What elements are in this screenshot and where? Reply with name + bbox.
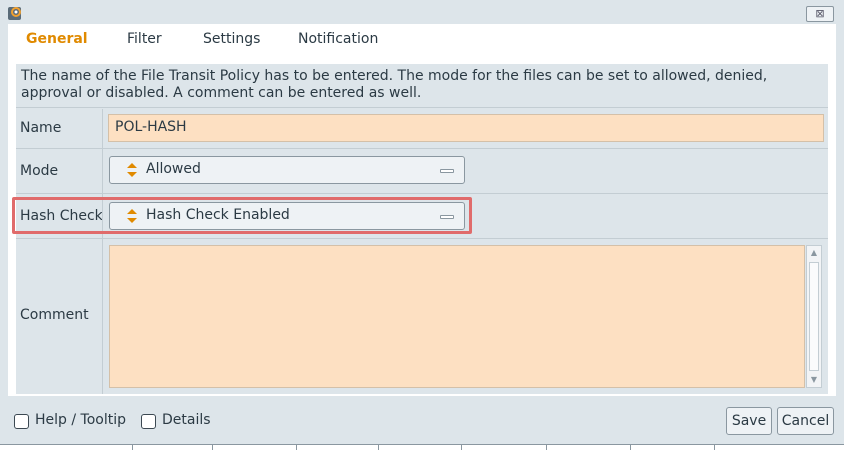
cancel-button[interactable]: Cancel	[777, 407, 834, 435]
tab-general[interactable]: General	[26, 31, 88, 47]
strip-tick	[546, 445, 547, 450]
strip-tick	[132, 445, 133, 450]
strip-tick	[714, 445, 715, 450]
form-description: The name of the File Transit Policy has …	[16, 64, 828, 108]
save-button[interactable]: Save	[726, 407, 772, 435]
tab-notification[interactable]: Notification	[298, 31, 378, 47]
tab-bar: General Filter Settings Notification	[8, 24, 836, 60]
dialog-footer: Help / Tooltip Details Save Cancel	[0, 400, 844, 442]
select-arrows-icon	[127, 163, 137, 177]
comment-label: Comment	[20, 307, 89, 323]
help-tooltip-label[interactable]: Help / Tooltip	[35, 412, 126, 428]
scroll-down-icon[interactable]: ▼	[807, 373, 821, 387]
tab-settings[interactable]: Settings	[203, 31, 260, 47]
column-divider	[102, 239, 103, 394]
hash-check-row: Hash Check Hash Check Enabled	[12, 194, 828, 239]
comment-row: Comment ▲ ▼	[16, 239, 828, 394]
details-label[interactable]: Details	[162, 412, 211, 428]
dialog-panel: General Filter Settings Notification The…	[8, 24, 836, 396]
strip-tick	[212, 445, 213, 450]
close-button[interactable]: ⊠	[806, 6, 834, 22]
select-grip-icon	[440, 169, 454, 173]
mode-label: Mode	[20, 163, 59, 179]
help-tooltip-checkbox[interactable]	[14, 414, 29, 429]
bottom-strip	[0, 444, 844, 450]
general-form: The name of the File Transit Policy has …	[12, 64, 828, 394]
mode-select-value: Allowed	[146, 161, 201, 177]
column-divider	[102, 149, 103, 193]
strip-tick	[296, 445, 297, 450]
mode-row: Mode Allowed	[16, 149, 828, 194]
strip-tick	[630, 445, 631, 450]
close-icon: ⊠	[815, 7, 825, 20]
scroll-up-icon[interactable]: ▲	[807, 246, 821, 260]
name-row: Name POL-HASH	[16, 109, 828, 149]
details-checkbox[interactable]	[141, 414, 156, 429]
strip-tick	[461, 445, 462, 450]
app-icon	[8, 7, 21, 20]
name-input[interactable]: POL-HASH	[108, 114, 824, 142]
mode-select[interactable]: Allowed	[109, 156, 465, 184]
column-divider	[102, 109, 103, 148]
strip-tick	[378, 445, 379, 450]
scroll-track[interactable]	[809, 262, 819, 371]
tab-filter[interactable]: Filter	[127, 31, 162, 47]
comment-textarea[interactable]	[109, 245, 805, 388]
comment-scrollbar[interactable]: ▲ ▼	[806, 245, 822, 388]
highlight-box	[12, 197, 472, 234]
name-label: Name	[20, 120, 62, 136]
